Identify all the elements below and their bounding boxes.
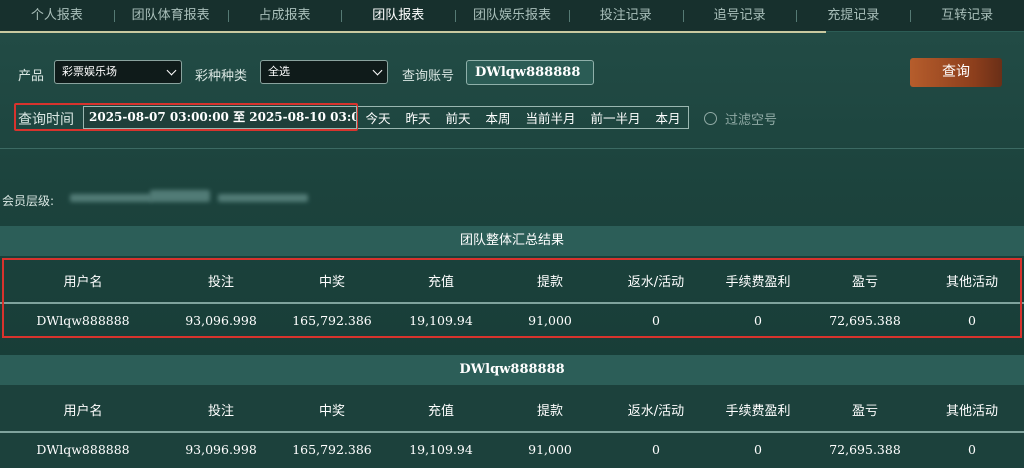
divider [0,148,1024,149]
chevron-down-icon [372,65,383,76]
quick-range-day-before[interactable]: 前天 [445,108,470,127]
col-rebate: 返水/活动 [627,404,685,419]
tab-team-entertainment-report[interactable]: 团队娱乐报表 [455,0,569,32]
type-select[interactable]: 全选 [260,60,388,84]
cell-fee-profit: 0 [754,442,762,457]
cell-profit-loss: 72,695.388 [829,442,901,457]
col-profit-loss: 盈亏 [851,404,878,419]
tab-share-report[interactable]: 占成报表 [227,0,342,32]
summary-highlight-box [2,258,1022,338]
time-range-input[interactable]: 2025-08-07 03:00:00 至 2025-08-10 03:00:0… [83,106,357,129]
tab-underline [0,31,826,33]
table-row: DWlqw888888 93,096.998 165,792.386 19,10… [0,433,1024,466]
tab-chase-records[interactable]: 追号记录 [682,0,797,32]
tab-deposit-withdraw-records[interactable]: 充提记录 [796,0,910,32]
cell-win: 165,792.386 [292,442,372,457]
time-label: 查询时间 [18,112,74,128]
tab-bet-records[interactable]: 投注记录 [568,0,683,32]
detail-title: DWlqw888888 [0,355,1024,385]
cell-other-activity: 0 [968,442,976,457]
radio-icon[interactable] [704,112,717,125]
cell-withdraw: 91,000 [528,442,572,457]
tab-transfer-records[interactable]: 互转记录 [910,0,1024,32]
col-username: 用户名 [63,404,103,419]
quick-range-this-month[interactable]: 本月 [655,108,680,127]
quick-range-group: 今天 昨天 前天 本周 当前半月 前一半月 本月 [358,106,689,129]
quick-range-yesterday[interactable]: 昨天 [405,108,430,127]
col-withdraw: 提款 [536,404,563,419]
redacted-block [150,190,210,202]
product-select-value: 彩票娱乐场 [62,65,117,78]
query-button[interactable]: 查询 [910,58,1002,87]
col-bet: 投注 [207,404,234,419]
type-label: 彩种种类 [195,69,248,84]
cell-rebate: 0 [652,442,660,457]
quick-range-today[interactable]: 今天 [365,108,390,127]
account-label: 查询账号 [402,69,455,84]
redacted-block [70,194,152,202]
col-deposit: 充值 [427,404,454,419]
quick-range-previous-half-month[interactable]: 前一半月 [590,108,640,127]
filter-empty-label: 过滤空号 [725,113,778,128]
col-other-activity: 其他活动 [945,404,998,419]
product-select[interactable]: 彩票娱乐场 [54,60,182,84]
tab-team-sports-report[interactable]: 团队体育报表 [113,0,228,32]
quick-range-this-week[interactable]: 本周 [485,108,510,127]
summary-title: 团队整体汇总结果 [0,226,1024,256]
chevron-down-icon [166,65,177,76]
redacted-block [218,194,308,202]
filter-empty-option[interactable]: 过滤空号 [704,109,777,128]
quick-range-current-half-month[interactable]: 当前半月 [525,108,575,127]
tab-team-report[interactable]: 团队报表 [341,0,455,32]
cell-username: DWlqw888888 [36,442,130,457]
product-label: 产品 [18,69,45,84]
cell-deposit: 19,109.94 [409,442,473,457]
col-fee-profit: 手续费盈利 [725,404,791,419]
cell-bet: 93,096.998 [185,442,257,457]
detail-header-row: 用户名 投注 中奖 充值 提款 返水/活动 手续费盈利 盈亏 其他活动 [0,388,1024,431]
member-level-label: 会员层级: [2,194,55,208]
report-tabs: 个人报表 团队体育报表 占成报表 团队报表 团队娱乐报表 投注记录 追号记录 充… [0,0,1024,32]
account-input[interactable]: DWlqw888888 [466,60,594,85]
tab-personal-report[interactable]: 个人报表 [0,0,114,32]
col-win: 中奖 [318,404,345,419]
type-select-value: 全选 [268,65,290,78]
